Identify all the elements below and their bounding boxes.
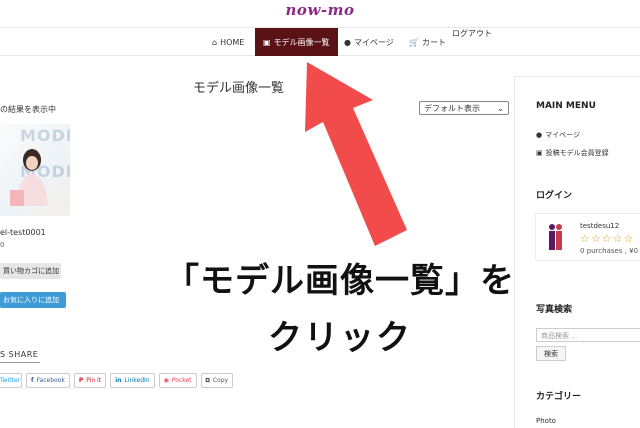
facebook-icon: f bbox=[31, 377, 34, 384]
nav-item-label: モデル画像一覧 bbox=[273, 37, 330, 47]
chevron-down-icon: ⌄ bbox=[497, 103, 504, 113]
nav-item-home[interactable]: ⌂ HOME bbox=[212, 28, 244, 56]
sidebar-item-mypage[interactable]: ● マイページ bbox=[536, 130, 580, 140]
page-title: モデル画像一覧 bbox=[193, 81, 285, 96]
sidebar: MAIN MENU ● マイページ ▣ 投稿モデル会員登録 ログイン testdes… bbox=[514, 76, 640, 428]
nav-item-model-images[interactable]: ▣ モデル画像一覧 bbox=[255, 28, 338, 56]
nav-item-label: カート bbox=[421, 37, 446, 47]
nav-item-cart[interactable]: 🛒 カート bbox=[409, 28, 446, 56]
sort-select-value: デフォルト表示 bbox=[424, 103, 480, 113]
results-text: の結果を表示中 bbox=[0, 105, 56, 114]
cart-icon: 🛒 bbox=[409, 37, 419, 47]
share-pocket-button[interactable]: ◉ Pocket bbox=[158, 373, 197, 388]
sort-select[interactable]: デフォルト表示 ⌄ bbox=[419, 101, 509, 115]
category-heading: カテゴリー bbox=[536, 392, 582, 402]
share-copy-button[interactable]: ⧉ Copy bbox=[200, 373, 234, 388]
sidebar-item-model-register[interactable]: ▣ 投稿モデル会員登録 bbox=[536, 148, 609, 158]
thumbnail-watermark: MODE bbox=[20, 126, 70, 145]
model-photo-icon bbox=[10, 149, 48, 206]
image-icon: ▣ bbox=[263, 37, 271, 47]
user-icon: ● bbox=[536, 131, 543, 139]
avatar bbox=[549, 224, 562, 250]
pinterest-icon: P bbox=[78, 377, 84, 384]
product-price: 0 bbox=[0, 241, 5, 249]
linkedin-icon: in bbox=[115, 377, 122, 384]
red-arrow-annotation bbox=[305, 62, 407, 246]
category-item-photo[interactable]: Photo bbox=[536, 417, 556, 425]
user-icon: ● bbox=[344, 37, 351, 47]
product-name[interactable]: el-test0001 bbox=[0, 228, 46, 237]
share-twitter-button[interactable]: Twitter bbox=[0, 373, 22, 388]
login-heading: ログイン bbox=[536, 191, 573, 201]
product-thumbnail[interactable]: MODE MODE bbox=[0, 124, 70, 216]
nav-item-label: HOME bbox=[220, 37, 245, 47]
camera-icon: ▣ bbox=[536, 149, 543, 157]
home-icon: ⌂ bbox=[212, 37, 218, 47]
share-linkedin-button[interactable]: in LinkedIn bbox=[110, 373, 155, 388]
copy-icon: ⧉ bbox=[205, 376, 210, 384]
login-username: testdesu12 bbox=[580, 222, 620, 230]
pocket-icon: ◉ bbox=[163, 377, 169, 384]
share-divider bbox=[0, 362, 40, 363]
instruction-caption-line1: 「モデル画像一覧」を bbox=[165, 261, 515, 301]
share-facebook-button[interactable]: f Facebook bbox=[26, 373, 70, 388]
nav-item-label: マイページ bbox=[353, 37, 394, 47]
share-buttons: Twitter f Facebook P Pin it in LinkedIn … bbox=[0, 373, 234, 388]
instruction-caption-line2: クリック bbox=[268, 318, 412, 358]
site-logo[interactable]: now-mo bbox=[0, 1, 640, 19]
logout-link[interactable]: ログアウト bbox=[452, 27, 492, 39]
nav-item-mypage[interactable]: ● マイページ bbox=[344, 28, 394, 56]
main-navigation: ⌂ HOME ▣ モデル画像一覧 ● マイページ 🛒 カート ログアウト bbox=[0, 27, 640, 56]
rating-stars: ☆☆☆☆☆ bbox=[580, 232, 635, 245]
main-menu-heading: MAIN MENU bbox=[536, 101, 596, 111]
share-pinterest-button[interactable]: P Pin it bbox=[73, 373, 107, 388]
